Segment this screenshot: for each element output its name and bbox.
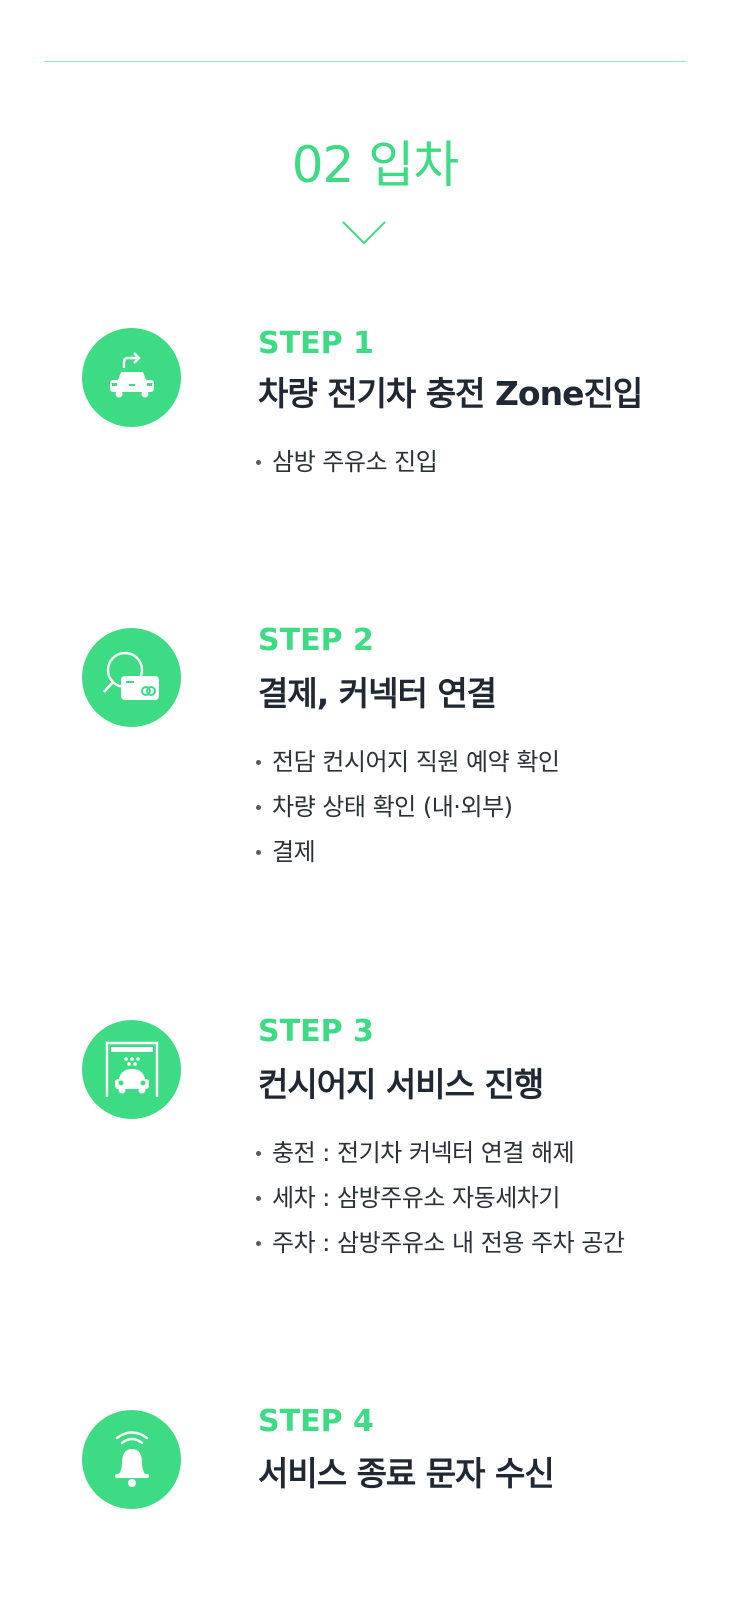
step-title: 서비스 종료 문자 수신 xyxy=(258,1454,555,1493)
chevron-down-icon xyxy=(342,221,386,245)
payment-card-icon xyxy=(82,628,181,727)
list-item: 주차 : 삼방주유소 내 전용 주차 공간 xyxy=(256,1221,625,1266)
list-item: 세차 : 삼방주유소 자동세차기 xyxy=(256,1176,624,1221)
list-item: 차량 상태 확인 (내·외부) xyxy=(256,785,559,830)
top-divider xyxy=(44,61,686,62)
step-label: STEP 3 xyxy=(258,1014,374,1049)
step-title: 차량 전기차 충전 Zone진입 xyxy=(258,374,643,413)
step-title: 컨시어지 서비스 진행 xyxy=(258,1065,544,1104)
step-bullet-list: 전담 컨시어지 직원 예약 확인 차량 상태 확인 (내·외부) 결제 xyxy=(256,740,560,875)
step-label: STEP 4 xyxy=(258,1404,374,1439)
list-item: 충전 : 전기차 커넥터 연결 해제 xyxy=(256,1131,624,1176)
step-label: STEP 2 xyxy=(258,623,374,658)
step-label: STEP 1 xyxy=(258,326,374,361)
section-title: 02 입차 xyxy=(291,136,460,194)
bell-icon xyxy=(82,1410,181,1509)
car-entry-icon xyxy=(82,328,181,427)
step-bullet-list: 삼방 주유소 진입 xyxy=(256,440,438,485)
car-wash-icon xyxy=(82,1020,181,1119)
step-title: 결제, 커넥터 연결 xyxy=(258,674,497,713)
list-item: 삼방 주유소 진입 xyxy=(256,440,438,485)
step-bullet-list: 충전 : 전기차 커넥터 연결 해제 세차 : 삼방주유소 자동세차기 주차 :… xyxy=(256,1131,625,1266)
list-item: 결제 xyxy=(256,830,559,875)
list-item: 전담 컨시어지 직원 예약 확인 xyxy=(256,740,560,785)
